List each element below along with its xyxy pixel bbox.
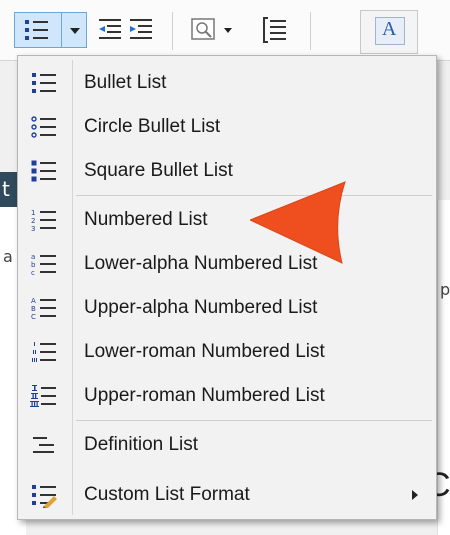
list-type-button[interactable]	[14, 12, 62, 48]
svg-text:3: 3	[31, 225, 35, 233]
increase-indent-icon	[130, 19, 152, 39]
menu-item-label: Square Bullet List	[84, 160, 233, 181]
formatting-toolbar: A	[0, 0, 450, 61]
menu-item-label: Circle Bullet List	[84, 116, 221, 137]
callout-arrow-icon	[250, 181, 346, 264]
svg-text:2: 2	[31, 217, 35, 225]
background-strip-glyph: t	[2, 177, 10, 201]
font-style-icon: A	[375, 17, 405, 45]
menu-item-definition-list[interactable]: Definition List	[20, 424, 434, 466]
menu-item-label: Upper-alpha Numbered List	[84, 297, 318, 318]
bullet-list-icon	[25, 20, 48, 40]
decrease-indent-icon	[99, 19, 121, 39]
svg-text:C: C	[31, 313, 36, 321]
chevron-down-icon	[70, 28, 80, 34]
lower-roman-list-icon	[32, 342, 56, 362]
svg-text:b: b	[31, 261, 36, 269]
menu-item-label: Upper-roman Numbered List	[84, 385, 325, 406]
increase-indent-button[interactable]	[126, 12, 156, 48]
menu-item-lower-roman-list[interactable]: Lower-roman Numbered List	[20, 331, 434, 373]
menu-item-upper-roman-list[interactable]: Upper-roman Numbered List	[20, 375, 434, 417]
font-style-glyph: A	[382, 18, 397, 40]
upper-roman-list-icon	[30, 385, 56, 407]
submenu-arrow-icon	[412, 490, 418, 500]
upper-alpha-list-icon: A B C	[31, 297, 56, 321]
menu-item-lower-alpha-list[interactable]: a b c Lower-alpha Numbered List	[20, 243, 434, 285]
bracket-block-icon	[263, 17, 286, 43]
menu-item-circle-bullet-list[interactable]: Circle Bullet List	[20, 106, 434, 148]
svg-text:a: a	[31, 253, 35, 261]
chevron-down-icon	[224, 28, 232, 33]
svg-text:B: B	[31, 305, 36, 313]
square-bullet-list-icon	[31, 160, 56, 182]
list-type-menu: Bullet List Circle Bullet List Square Bu…	[17, 55, 437, 520]
menu-item-label: Numbered List	[84, 209, 208, 230]
definition-list-icon	[33, 437, 54, 453]
svg-text:c: c	[31, 269, 35, 277]
menu-item-label: Bullet List	[84, 72, 167, 93]
toolbar-separator	[172, 12, 173, 50]
custom-list-format-icon	[32, 485, 57, 508]
menu-item-square-bullet-list[interactable]: Square Bullet List	[20, 150, 434, 192]
background-left-char: a	[3, 247, 13, 266]
toolbar-separator	[310, 12, 311, 50]
list-type-dropdown[interactable]	[61, 12, 87, 48]
numbered-list-icon: 1 2 3	[31, 209, 56, 233]
text-style-button[interactable]: A	[360, 10, 418, 54]
background-right-char: p	[440, 280, 450, 299]
svg-text:1: 1	[31, 209, 35, 217]
image-icon	[191, 18, 215, 40]
menu-separator	[76, 420, 432, 421]
menu-item-numbered-list[interactable]: 1 2 3 Numbered List	[20, 199, 434, 241]
menu-item-custom-list-format[interactable]: Custom List Format	[20, 474, 434, 516]
bullet-list-icon	[32, 73, 56, 93]
menu-item-label: Custom List Format	[84, 484, 250, 505]
circle-bullet-list-icon	[31, 116, 56, 138]
menu-item-bullet-list[interactable]: Bullet List	[20, 62, 434, 104]
menu-item-label: Definition List	[84, 434, 199, 455]
svg-text:A: A	[31, 297, 36, 305]
decrease-indent-button[interactable]	[95, 12, 125, 48]
image-insert-button[interactable]	[188, 12, 238, 48]
block-button[interactable]	[258, 12, 292, 48]
lower-alpha-list-icon: a b c	[31, 253, 56, 277]
menu-item-upper-alpha-list[interactable]: A B C Upper-alpha Numbered List	[20, 287, 434, 329]
menu-item-label: Lower-roman Numbered List	[84, 341, 325, 362]
